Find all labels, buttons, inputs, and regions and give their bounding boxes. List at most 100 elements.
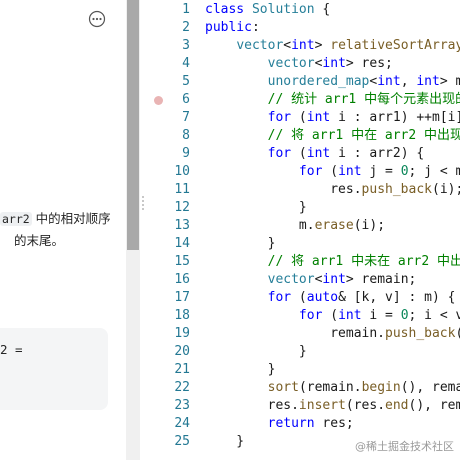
example-block: 2 = (0, 328, 108, 410)
code-line[interactable]: 22 sort(remain.begin(), remain (146, 379, 460, 397)
line-number[interactable]: 4 (146, 55, 190, 73)
code-token: (i); (432, 182, 460, 197)
code-text[interactable]: for (int i : arr2) { (205, 145, 425, 163)
code-text[interactable]: for (int i = 0; i < v; (205, 307, 460, 325)
code-text[interactable]: class Solution { (205, 1, 330, 19)
code-text[interactable]: // 将 arr1 中未在 arr2 中出现 (205, 253, 460, 271)
code-text[interactable]: vector<int> res; (205, 55, 393, 73)
code-line[interactable]: 10 for (int j = 0; j < m[i (146, 163, 460, 181)
code-token: int (306, 110, 331, 125)
line-number[interactable]: 11 (146, 181, 190, 199)
code-text[interactable]: public: (205, 19, 260, 37)
code-line[interactable]: 18 for (int i = 0; i < v; (146, 307, 460, 325)
code-token: // 统计 arr1 中每个元素出现的 (267, 92, 460, 107)
code-line[interactable]: 6 // 统计 arr1 中每个元素出现的 (146, 91, 460, 109)
left-panel-scrollbar-thumb[interactable] (127, 0, 139, 250)
line-number[interactable]: 12 (146, 199, 190, 217)
line-number[interactable]: 9 (146, 145, 190, 163)
problem-description-text: arr2 中的相对顺序 的末尾。 (0, 208, 111, 251)
code-text[interactable]: remain.push_back(k (205, 325, 460, 343)
code-line[interactable]: 12 } (146, 199, 460, 217)
line-number[interactable]: 25 (146, 433, 190, 451)
line-number[interactable]: 14 (146, 235, 190, 253)
code-text[interactable]: unordered_map<int, int> m; (205, 73, 460, 91)
code-line[interactable]: 7 for (int i : arr1) ++m[i]; (146, 109, 460, 127)
code-line[interactable]: 8 // 将 arr1 中在 arr2 中出现的 (146, 127, 460, 145)
code-editor[interactable]: 1 class Solution {2 public: 3 vector<int> r… (146, 0, 460, 460)
code-line[interactable]: 1 class Solution { (146, 1, 460, 19)
code-text[interactable]: for (int i : arr1) ++m[i]; (205, 109, 460, 127)
code-token: (k (455, 326, 460, 341)
line-number[interactable]: 20 (146, 343, 190, 361)
code-line[interactable]: 3 vector<int> relativeSortArray(v (146, 37, 460, 55)
line-number[interactable]: 8 (146, 127, 190, 145)
line-number[interactable]: 7 (146, 109, 190, 127)
code-token: : (251, 20, 260, 35)
code-text[interactable]: } (205, 235, 276, 253)
code-token: res; (314, 416, 354, 431)
line-number[interactable]: 16 (146, 271, 190, 289)
code-token: int (338, 164, 362, 179)
line-number[interactable]: 10 (146, 163, 190, 181)
code-line[interactable]: 11 res.push_back(i); (146, 181, 460, 199)
code-token: ; i < v; (408, 308, 460, 323)
code-text[interactable]: for (int j = 0; j < m[i (205, 163, 460, 181)
line-number[interactable]: 6 (146, 91, 190, 109)
breakpoint-dot-icon[interactable] (154, 95, 163, 105)
line-number[interactable]: 17 (146, 289, 190, 307)
code-text[interactable]: return res; (205, 415, 354, 433)
code-line[interactable]: 24 return res; (146, 415, 460, 433)
code-text[interactable]: vector<int> remain; (205, 271, 417, 289)
code-text[interactable]: sort(remain.begin(), remain (205, 379, 460, 397)
code-line[interactable]: 14 } (146, 235, 460, 253)
code-text[interactable]: } (205, 199, 307, 217)
code-line[interactable]: 20 } (146, 343, 460, 361)
code-line[interactable]: 17 for (auto& [k, v] : m) { (146, 289, 460, 307)
line-number[interactable]: 18 (146, 307, 190, 325)
code-line[interactable]: 9 for (int i : arr2) { (146, 145, 460, 163)
watermark-text: @稀土掘金技术社区 (355, 440, 454, 453)
code-text[interactable]: // 统计 arr1 中每个元素出现的 (205, 91, 460, 109)
code-line[interactable]: 2 public: (146, 19, 460, 37)
line-number[interactable]: 21 (146, 361, 190, 379)
line-number[interactable]: 5 (146, 73, 190, 91)
code-token: ( (322, 308, 339, 323)
code-text[interactable]: res.push_back(i); (205, 181, 460, 199)
code-token: for (267, 290, 292, 305)
code-text[interactable]: } (205, 361, 276, 379)
line-number[interactable]: 22 (146, 379, 190, 397)
line-number[interactable]: 1 (146, 1, 190, 19)
code-text[interactable]: } (205, 343, 307, 361)
code-token: vector (236, 38, 284, 53)
code-line[interactable]: 21 } (146, 361, 460, 379)
code-line[interactable]: 19 remain.push_back(k (146, 325, 460, 343)
more-horizontal-icon[interactable] (88, 10, 106, 28)
line-number[interactable]: 24 (146, 415, 190, 433)
code-line[interactable]: 4 vector<int> res; (146, 55, 460, 73)
code-token: for (267, 110, 292, 125)
code-line[interactable]: 13 m.erase(i); (146, 217, 460, 235)
line-number[interactable]: 19 (146, 325, 190, 343)
code-text[interactable]: vector<int> relativeSortArray(v (205, 37, 460, 55)
code-text[interactable]: // 将 arr1 中在 arr2 中出现的 (205, 127, 460, 145)
code-token: // 将 arr1 中在 arr2 中出现的 (267, 128, 460, 143)
line-number[interactable]: 23 (146, 397, 190, 415)
line-number[interactable]: 13 (146, 217, 190, 235)
code-line[interactable]: 15 // 将 arr1 中未在 arr2 中出现 (146, 253, 460, 271)
code-token: int (322, 272, 346, 287)
code-token: ( (291, 110, 307, 125)
code-text[interactable]: } (205, 433, 244, 451)
line-number[interactable]: 2 (146, 19, 190, 37)
line-number[interactable]: 3 (146, 37, 190, 55)
description-line-1: 中的相对顺序 (31, 211, 111, 226)
code-text[interactable]: for (auto& [k, v] : m) { (205, 289, 456, 307)
line-number[interactable]: 15 (146, 253, 190, 271)
code-text[interactable]: res.insert(res.end(), remain (205, 397, 460, 415)
code-line[interactable]: 5 unordered_map<int, int> m; (146, 73, 460, 91)
code-line[interactable]: 16 vector<int> remain; (146, 271, 460, 289)
code-text[interactable]: m.erase(i); (205, 217, 385, 235)
code-line[interactable]: 23 res.insert(res.end(), remain (146, 397, 460, 415)
